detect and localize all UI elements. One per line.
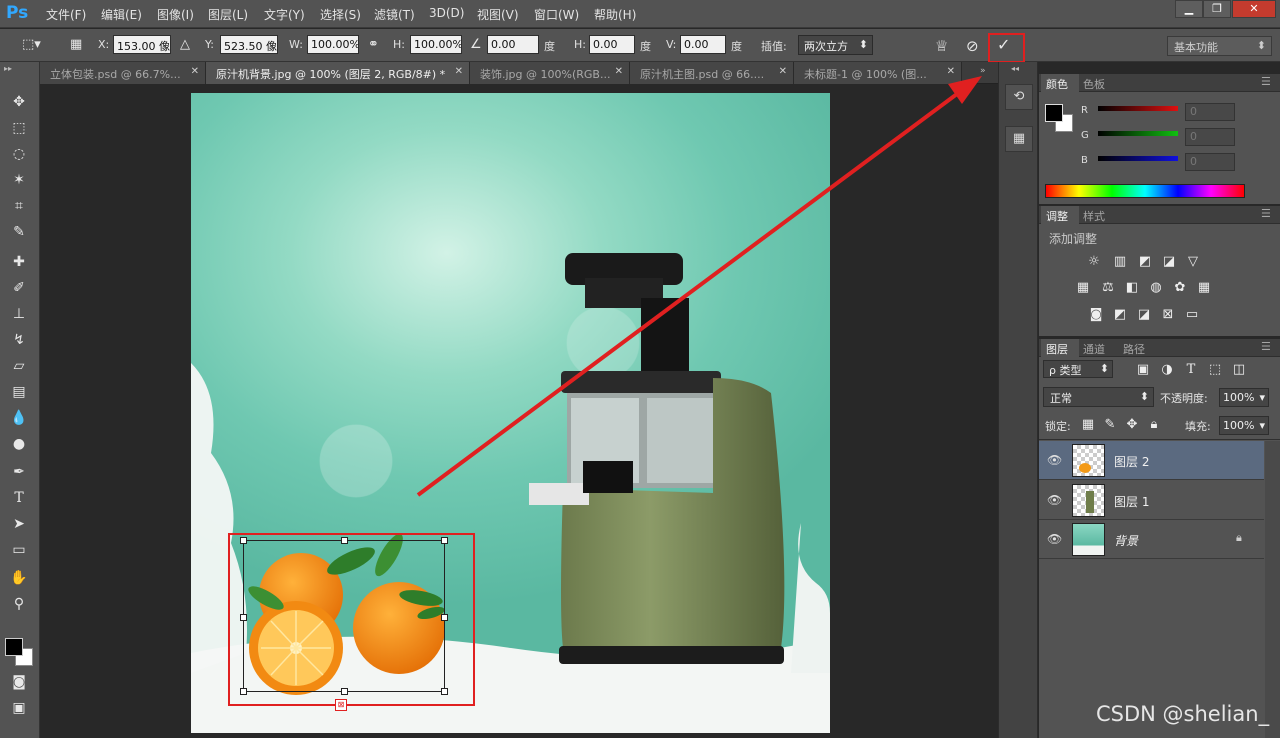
invert-icon[interactable]: ◙ [1087,307,1105,323]
divider [1039,439,1280,440]
smart-object-filter-icon[interactable]: ◫ [1230,362,1248,378]
tab-color[interactable]: 颜色 [1046,76,1068,92]
tab-layers[interactable]: 图层 [1046,341,1068,357]
panel-menu-icon[interactable]: ☰ [1261,340,1271,353]
red-slider[interactable] [1098,106,1178,111]
expand-icon[interactable]: ◂◂ [1011,64,1019,73]
lock-all-icon[interactable]: 🔒︎ [1145,417,1163,433]
color-lookup-icon[interactable]: ▦ [1195,280,1213,296]
posterize-icon[interactable]: ◩ [1111,307,1129,323]
chevron-down-icon: ⬍ [1139,390,1149,403]
tab-paths[interactable]: 路径 [1123,341,1145,357]
history-panel-icon[interactable]: ⟲ [1005,84,1033,110]
visibility-eye-icon[interactable]: 👁︎ [1047,493,1062,507]
type-filter-icon[interactable]: T [1182,362,1200,378]
chevron-down-icon: ▾ [1259,391,1265,404]
adjustments-title: 添加调整 [1049,232,1098,246]
fill-value: 100% [1223,419,1255,432]
channel-label: B [1081,155,1088,166]
vibrance-icon[interactable]: ▽ [1184,254,1202,270]
brightness-contrast-icon[interactable]: ☼ [1085,254,1103,270]
visibility-eye-icon[interactable]: 👁︎ [1047,532,1062,546]
lock-transparency-icon[interactable]: ▦ [1079,417,1097,433]
panel-menu-icon[interactable]: ☰ [1261,207,1271,220]
layer-name[interactable]: 背景 [1114,532,1138,549]
hue-saturation-icon[interactable]: ▦ [1074,280,1092,296]
chevron-down-icon: ⬍ [1099,362,1109,375]
fill-label: 填充: [1185,420,1211,433]
filter-label: ρ 类型 [1049,364,1082,377]
layer-row-layer-2[interactable]: 👁︎ 图层 2 [1039,441,1264,480]
properties-panel-icon[interactable]: ▦ [1005,126,1033,152]
adjustments-panel: 调整 样式 ☰ 添加调整 ☼ ▥ ◩ ◪ ▽ ▦ ⚖ ◧ ◍ ✿ ▦ ◙ ◩ ◪… [1039,206,1280,336]
color-panel: 颜色 色板 ☰ R 0 G 0 B 0 [1039,74,1280,204]
lock-pixels-icon[interactable]: ✎ [1101,417,1119,433]
lock-icon: 🔒︎ [1236,531,1242,544]
curves-icon[interactable]: ◩ [1136,254,1154,270]
selective-color-icon[interactable]: ⊠ [1159,307,1177,323]
opacity-value: 100% [1223,391,1255,404]
panel-dock-strip: ◂◂ ⟲ ▦ [998,62,1038,738]
blue-value-input[interactable]: 0 [1185,153,1235,171]
layer-thumbnail [1072,523,1105,556]
channel-label: R [1081,105,1088,116]
pixel-filter-icon[interactable]: ▣ [1134,362,1152,378]
chevron-down-icon: ▾ [1259,419,1265,432]
black-white-icon[interactable]: ◧ [1123,280,1141,296]
layer-name[interactable]: 图层 2 [1114,453,1149,470]
layer-thumbnail [1072,484,1105,517]
channel-label: G [1081,130,1089,141]
gradient-map-icon[interactable]: ▭ [1183,307,1201,323]
exposure-icon[interactable]: ◪ [1160,254,1178,270]
fill-input[interactable]: 100% ▾ [1219,416,1269,435]
blue-slider[interactable] [1098,156,1178,161]
blend-mode-select[interactable]: 正常 ⬍ [1043,387,1154,407]
red-value-input[interactable]: 0 [1185,103,1235,121]
tab-channels[interactable]: 通道 [1083,341,1105,357]
color-spectrum-bar[interactable] [1045,184,1245,198]
layers-scrollbar[interactable] [1265,441,1280,738]
blend-mode-value: 正常 [1050,392,1072,405]
lock-position-icon[interactable]: ✥ [1123,417,1141,433]
green-slider[interactable] [1098,131,1178,136]
foreground-color-swatch[interactable] [1045,104,1063,122]
panel-menu-icon[interactable]: ☰ [1261,75,1271,88]
watermark: CSDN @shelian_ [1096,702,1270,726]
layers-panel: 图层 通道 路径 ☰ ρ 类型 ⬍ ▣ ◑ T ⬚ ◫ 正常 ⬍ 不透明度: 100… [1039,339,1280,738]
opacity-input[interactable]: 100% ▾ [1219,388,1269,407]
photo-filter-icon[interactable]: ◍ [1147,280,1165,296]
lock-label: 锁定: [1045,420,1071,433]
shape-filter-icon[interactable]: ⬚ [1206,362,1224,378]
tab-swatches[interactable]: 色板 [1083,76,1105,92]
tab-styles[interactable]: 样式 [1083,208,1105,224]
adjustment-filter-icon[interactable]: ◑ [1158,362,1176,378]
color-balance-icon[interactable]: ⚖ [1099,280,1117,296]
threshold-icon[interactable]: ◪ [1135,307,1153,323]
green-value-input[interactable]: 0 [1185,128,1235,146]
levels-icon[interactable]: ▥ [1111,254,1129,270]
layer-name[interactable]: 图层 1 [1114,493,1149,510]
visibility-eye-icon[interactable]: 👁︎ [1047,453,1062,467]
layer-filter-select[interactable]: ρ 类型 ⬍ [1043,360,1113,378]
tab-adjustments[interactable]: 调整 [1046,208,1068,224]
layer-row-background[interactable]: 👁︎ 背景 🔒︎ [1039,520,1264,559]
channel-mixer-icon[interactable]: ✿ [1171,280,1189,296]
opacity-label: 不透明度: [1160,392,1208,405]
layer-thumbnail [1072,444,1105,477]
layer-row-layer-1[interactable]: 👁︎ 图层 1 [1039,481,1264,520]
